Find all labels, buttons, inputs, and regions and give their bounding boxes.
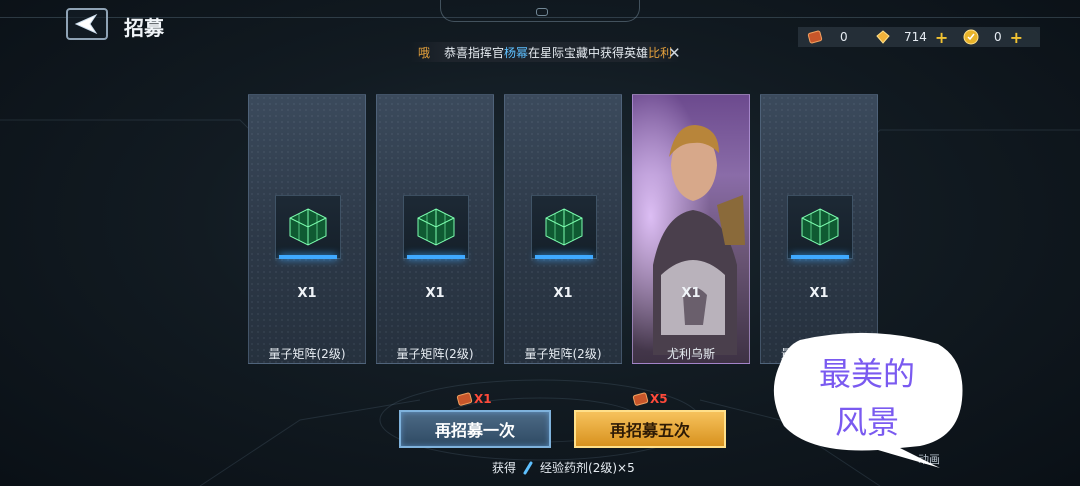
reward-card[interactable]: X1 量子矩阵(2级)	[504, 94, 622, 364]
recruit-once-cost-value: X1	[474, 392, 492, 406]
recruit-once-cost: X1	[456, 391, 492, 407]
recruit-five-cost-value: X5	[650, 392, 668, 406]
reward-quantity: X1	[297, 286, 317, 301]
ticket-icon	[806, 29, 824, 45]
back-arrow-icon	[74, 13, 98, 35]
obtain-info: 获得 经验药剂(2级)×5	[492, 459, 635, 476]
announcement-middle: 在星际宝藏中获得英雄	[528, 45, 649, 60]
bubble-line-2: 风景	[834, 403, 899, 441]
reward-card[interactable]: X1 量子矩阵(2级)	[376, 94, 494, 364]
resource-ticket: 0	[798, 27, 860, 47]
reward-quantity: X1	[681, 286, 701, 301]
obtain-item: 经验药剂(2级)×5	[540, 461, 635, 475]
announcement-prefix: 恭喜指挥官	[444, 45, 505, 60]
add-coin-button[interactable]: +	[1010, 28, 1023, 47]
hero-portrait	[633, 95, 749, 363]
reward-card[interactable]: X1 量	[760, 94, 878, 364]
bubble-line-1: 最美的	[818, 355, 915, 393]
recruit-once-button[interactable]: 再招募一次	[399, 410, 551, 448]
reward-quantity: X1	[809, 286, 829, 301]
resource-bar: 0 714 + 0 +	[798, 27, 1040, 47]
page-title: 招募	[124, 16, 164, 40]
crystal-count: 714	[904, 30, 927, 44]
recruit-five-button[interactable]: 再招募五次	[574, 410, 726, 448]
reward-name: 量子矩阵(2级)	[268, 347, 346, 361]
reward-name: 量子矩阵(2级)	[396, 347, 474, 361]
coin-icon	[962, 29, 980, 45]
quantum-matrix-icon	[403, 195, 469, 259]
quantum-matrix-icon	[275, 195, 341, 259]
reward-name: 尤利乌斯	[666, 347, 715, 361]
resource-coin: 0 +	[958, 27, 1040, 47]
back-button[interactable]	[66, 8, 108, 40]
reward-name: 量子矩阵(2级)	[524, 347, 602, 361]
close-announcement-icon[interactable]: ✕	[668, 44, 681, 62]
item-glow	[279, 255, 337, 259]
item-glow	[535, 255, 593, 259]
item-glow	[791, 255, 849, 259]
top-notch-decoration	[440, 0, 640, 22]
add-crystal-button[interactable]: +	[935, 28, 948, 47]
resource-crystal: 714 +	[860, 27, 958, 47]
obtain-label: 获得	[492, 461, 517, 475]
ticket-icon	[632, 392, 649, 406]
announcement-text: 恭喜指挥官杨幂在星际宝藏中获得英雄比利	[444, 44, 672, 61]
announcement-fragment: 哦	[418, 45, 431, 60]
crystal-icon	[874, 29, 892, 45]
quantum-matrix-icon	[531, 195, 597, 259]
ticket-icon	[456, 392, 473, 406]
announcement-player: 杨幂	[504, 45, 529, 60]
ticket-count: 0	[840, 30, 848, 44]
reward-quantity: X1	[425, 286, 445, 301]
hero-card[interactable]: X1 尤利乌斯	[632, 94, 750, 364]
reward-quantity: X1	[553, 286, 573, 301]
bubble-text: 最美的 风景	[792, 350, 942, 446]
coin-count: 0	[994, 30, 1002, 44]
quantum-matrix-icon	[787, 195, 853, 259]
potion-icon	[523, 461, 533, 474]
announcement-banner: 哦 恭喜指挥官杨幂在星际宝藏中获得英雄比利	[410, 42, 680, 62]
recruit-five-cost: X5	[632, 391, 668, 407]
reward-card[interactable]: X1 量子矩阵(2级)	[248, 94, 366, 364]
item-glow	[407, 255, 465, 259]
